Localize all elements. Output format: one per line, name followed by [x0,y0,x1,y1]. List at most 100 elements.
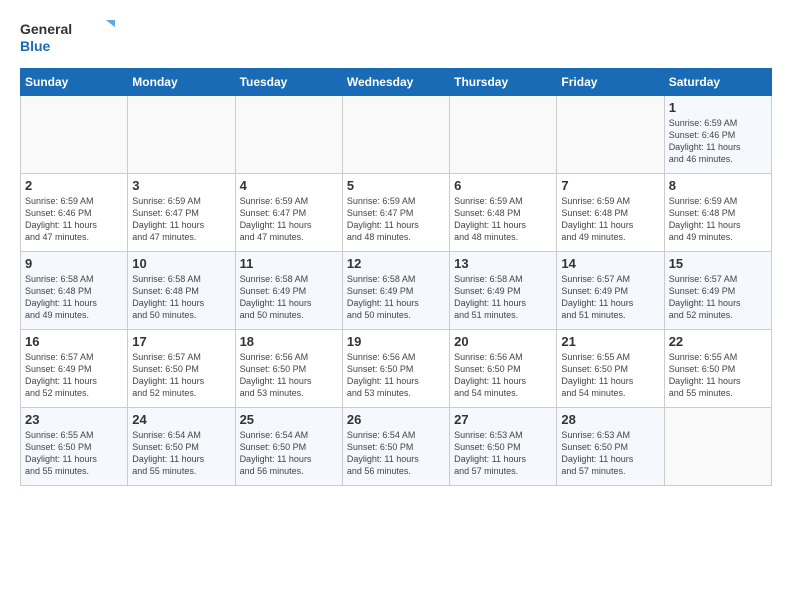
day-number: 14 [561,256,659,271]
day-header-wednesday: Wednesday [342,69,449,96]
day-number: 17 [132,334,230,349]
day-info: Sunrise: 6:54 AM Sunset: 6:50 PM Dayligh… [132,429,230,478]
day-number: 9 [25,256,123,271]
day-cell [450,96,557,174]
logo-svg: General Blue [20,16,120,58]
day-info: Sunrise: 6:53 AM Sunset: 6:50 PM Dayligh… [454,429,552,478]
day-cell: 9 Sunrise: 6:58 AM Sunset: 6:48 PM Daylig… [21,252,128,330]
header-row: SundayMondayTuesdayWednesdayThursdayFrid… [21,69,772,96]
day-cell [21,96,128,174]
day-cell: 4Sunrise: 6:59 AM Sunset: 6:47 PM Daylig… [235,174,342,252]
day-number: 25 [240,412,338,427]
week-row-4: 23 Sunrise: 6:55 AM Sunset: 6:50 PM Dayli… [21,408,772,486]
day-number: 12 [347,256,445,271]
day-cell: 3 Sunrise: 6:59 AM Sunset: 6:47 PM Daylig… [128,174,235,252]
day-header-sunday: Sunday [21,69,128,96]
day-cell [235,96,342,174]
day-number: 7 [561,178,659,193]
day-number: 16 [25,334,123,349]
day-number: 27 [454,412,552,427]
day-number: 24 [132,412,230,427]
day-cell: 5 Sunrise: 6:59 AM Sunset: 6:47 PM Daylig… [342,174,449,252]
day-info: Sunrise: 6:58 AM Sunset: 6:48 PM Dayligh… [25,273,123,322]
day-info: Sunrise: 6:53 AM Sunset: 6:50 PM Dayligh… [561,429,659,478]
day-info: Sunrise: 6:58 AM Sunset: 6:49 PM Dayligh… [347,273,445,322]
day-number: 21 [561,334,659,349]
day-number: 20 [454,334,552,349]
day-info: Sunrise: 6:57 AM Sunset: 6:49 PM Dayligh… [561,273,659,322]
week-row-1: 2 Sunrise: 6:59 AM Sunset: 6:46 PM Daylig… [21,174,772,252]
day-cell: 13Sunrise: 6:58 AM Sunset: 6:49 PM Dayli… [450,252,557,330]
day-cell: 16 Sunrise: 6:57 AM Sunset: 6:49 PM Dayli… [21,330,128,408]
day-cell: 22 Sunrise: 6:55 AM Sunset: 6:50 PM Dayli… [664,330,771,408]
day-header-friday: Friday [557,69,664,96]
day-header-thursday: Thursday [450,69,557,96]
day-cell: 24 Sunrise: 6:54 AM Sunset: 6:50 PM Dayli… [128,408,235,486]
logo: General Blue [20,16,120,58]
day-cell: 10 Sunrise: 6:58 AM Sunset: 6:48 PM Dayli… [128,252,235,330]
day-number: 1 [669,100,767,115]
day-cell: 1 Sunrise: 6:59 AM Sunset: 6:46 PM Daylig… [664,96,771,174]
day-info: Sunrise: 6:57 AM Sunset: 6:49 PM Dayligh… [25,351,123,400]
day-info: Sunrise: 6:56 AM Sunset: 6:50 PM Dayligh… [240,351,338,400]
day-cell: 17Sunrise: 6:57 AM Sunset: 6:50 PM Dayli… [128,330,235,408]
day-number: 13 [454,256,552,271]
day-number: 11 [240,256,338,271]
day-info: Sunrise: 6:59 AM Sunset: 6:47 PM Dayligh… [347,195,445,244]
day-info: Sunrise: 6:59 AM Sunset: 6:46 PM Dayligh… [669,117,767,166]
day-cell: 23 Sunrise: 6:55 AM Sunset: 6:50 PM Dayli… [21,408,128,486]
day-cell [342,96,449,174]
header: General Blue [20,16,772,58]
day-header-tuesday: Tuesday [235,69,342,96]
day-number: 2 [25,178,123,193]
day-cell: 15 Sunrise: 6:57 AM Sunset: 6:49 PM Dayli… [664,252,771,330]
day-cell [664,408,771,486]
day-info: Sunrise: 6:58 AM Sunset: 6:48 PM Dayligh… [132,273,230,322]
week-row-3: 16 Sunrise: 6:57 AM Sunset: 6:49 PM Dayli… [21,330,772,408]
day-info: Sunrise: 6:59 AM Sunset: 6:46 PM Dayligh… [25,195,123,244]
day-number: 18 [240,334,338,349]
day-cell: 25 Sunrise: 6:54 AM Sunset: 6:50 PM Dayli… [235,408,342,486]
svg-text:General: General [20,21,72,37]
day-info: Sunrise: 6:57 AM Sunset: 6:49 PM Dayligh… [669,273,767,322]
day-header-monday: Monday [128,69,235,96]
day-info: Sunrise: 6:55 AM Sunset: 6:50 PM Dayligh… [25,429,123,478]
day-info: Sunrise: 6:56 AM Sunset: 6:50 PM Dayligh… [454,351,552,400]
day-number: 15 [669,256,767,271]
day-cell [557,96,664,174]
day-number: 23 [25,412,123,427]
day-info: Sunrise: 6:54 AM Sunset: 6:50 PM Dayligh… [240,429,338,478]
day-number: 10 [132,256,230,271]
day-cell: 19 Sunrise: 6:56 AM Sunset: 6:50 PM Dayli… [342,330,449,408]
week-row-0: 1 Sunrise: 6:59 AM Sunset: 6:46 PM Daylig… [21,96,772,174]
day-number: 28 [561,412,659,427]
day-info: Sunrise: 6:59 AM Sunset: 6:48 PM Dayligh… [561,195,659,244]
day-cell: 14 Sunrise: 6:57 AM Sunset: 6:49 PM Dayli… [557,252,664,330]
day-cell: 7 Sunrise: 6:59 AM Sunset: 6:48 PM Daylig… [557,174,664,252]
day-header-saturday: Saturday [664,69,771,96]
day-info: Sunrise: 6:59 AM Sunset: 6:47 PM Dayligh… [240,195,338,244]
day-number: 22 [669,334,767,349]
day-cell: 28 Sunrise: 6:53 AM Sunset: 6:50 PM Dayli… [557,408,664,486]
day-cell: 6 Sunrise: 6:59 AM Sunset: 6:48 PM Daylig… [450,174,557,252]
day-number: 5 [347,178,445,193]
day-info: Sunrise: 6:55 AM Sunset: 6:50 PM Dayligh… [669,351,767,400]
day-cell: 2 Sunrise: 6:59 AM Sunset: 6:46 PM Daylig… [21,174,128,252]
day-number: 6 [454,178,552,193]
day-cell: 11Sunrise: 6:58 AM Sunset: 6:49 PM Dayli… [235,252,342,330]
day-cell: 26Sunrise: 6:54 AM Sunset: 6:50 PM Dayli… [342,408,449,486]
day-number: 19 [347,334,445,349]
day-cell: 20 Sunrise: 6:56 AM Sunset: 6:50 PM Dayli… [450,330,557,408]
calendar-container: General Blue SundayMondayTuesdayWednesda… [0,0,792,496]
day-info: Sunrise: 6:59 AM Sunset: 6:48 PM Dayligh… [669,195,767,244]
day-info: Sunrise: 6:56 AM Sunset: 6:50 PM Dayligh… [347,351,445,400]
day-info: Sunrise: 6:55 AM Sunset: 6:50 PM Dayligh… [561,351,659,400]
calendar-table: SundayMondayTuesdayWednesdayThursdayFrid… [20,68,772,486]
svg-text:Blue: Blue [20,38,51,54]
day-cell [128,96,235,174]
day-number: 8 [669,178,767,193]
day-cell: 27 Sunrise: 6:53 AM Sunset: 6:50 PM Dayli… [450,408,557,486]
day-info: Sunrise: 6:59 AM Sunset: 6:47 PM Dayligh… [132,195,230,244]
day-info: Sunrise: 6:59 AM Sunset: 6:48 PM Dayligh… [454,195,552,244]
day-number: 3 [132,178,230,193]
